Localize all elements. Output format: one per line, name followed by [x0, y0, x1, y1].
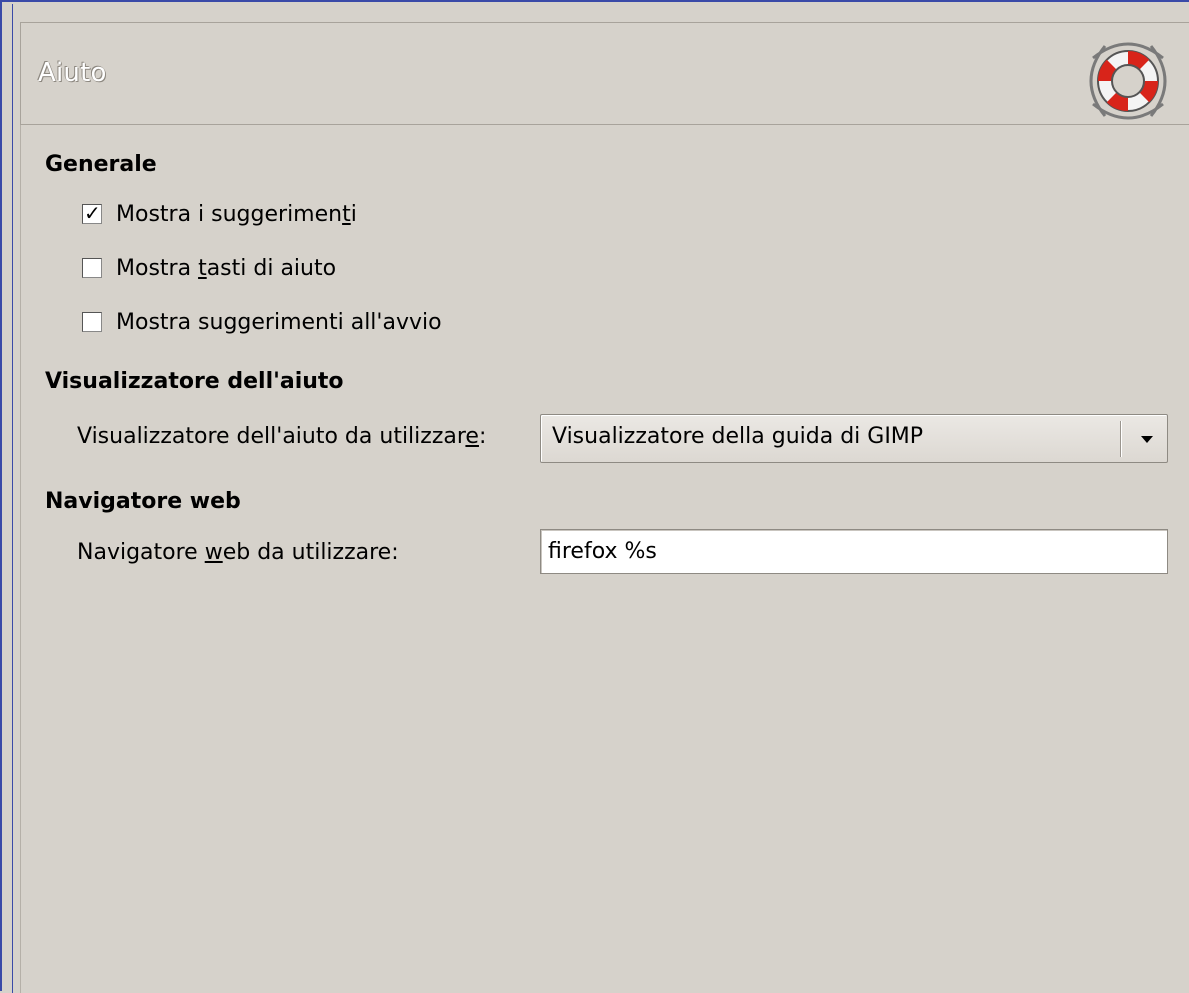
help-browser-select[interactable]: Visualizzatore della guida di GIMP: [540, 414, 1168, 463]
show-tips-label-part2: i: [350, 201, 357, 227]
show-tips-mnemonic: t: [342, 201, 351, 227]
show-tips-startup-label: Mostra suggerimenti all'avvio: [116, 309, 442, 335]
show-tips-label: Mostra i suggerimenti: [116, 202, 357, 227]
chevron-down-icon[interactable]: [1141, 436, 1153, 443]
help-browser-field-label: Visualizzatore dell'aiuto da utilizzare:: [77, 424, 486, 449]
page-header: Aiuto: [20, 22, 1189, 125]
web-browser-command-value: firefox %s: [548, 539, 657, 564]
web-browser-mnemonic: w: [204, 540, 223, 565]
show-help-buttons-label-part2: asti di aiuto: [206, 255, 337, 281]
checkmark-icon: ✓: [84, 201, 101, 225]
show-tips-checkbox-row[interactable]: ✓ Mostra i suggerimenti: [82, 199, 357, 229]
window-border-line: [12, 4, 13, 993]
help-browser-selected-value: Visualizzatore della guida di GIMP: [552, 424, 924, 449]
combo-separator: [1120, 421, 1121, 457]
show-tips-checkbox[interactable]: ✓: [82, 201, 102, 225]
web-browser-command-input[interactable]: firefox %s: [540, 529, 1168, 574]
help-browser-label-part2: :: [478, 424, 487, 449]
lifebuoy-icon: [1085, 38, 1171, 124]
show-help-buttons-checkbox-row[interactable]: Mostra tasti di aiuto: [82, 253, 336, 283]
show-help-buttons-label-part1: Mostra: [116, 255, 199, 281]
section-title-help-browser: Visualizzatore dell'aiuto: [45, 369, 344, 394]
web-browser-field-label: Navigatore web da utilizzare:: [77, 540, 399, 565]
show-tips-startup-checkbox[interactable]: [82, 312, 102, 332]
show-help-buttons-checkbox[interactable]: [82, 258, 102, 278]
section-title-general: Generale: [45, 152, 157, 177]
preferences-window: Aiuto Generale ✓ Mostra i suggerimenti M…: [0, 0, 1189, 993]
show-help-buttons-mnemonic: t: [198, 255, 207, 281]
help-browser-label-part1: Visualizzatore dell'aiuto da utilizzar: [77, 424, 466, 449]
content-left-edge: [20, 125, 21, 993]
web-browser-label-part2: eb da utilizzare:: [222, 540, 399, 565]
web-browser-label-part1: Navigatore: [77, 540, 205, 565]
show-tips-label-part1: Mostra i suggerimen: [116, 201, 343, 227]
section-title-web-browser: Navigatore web: [45, 489, 241, 514]
help-browser-mnemonic: e: [465, 424, 479, 449]
show-tips-startup-checkbox-row[interactable]: Mostra suggerimenti all'avvio: [82, 307, 442, 337]
show-help-buttons-label: Mostra tasti di aiuto: [116, 256, 336, 281]
page-title: Aiuto: [38, 58, 107, 88]
